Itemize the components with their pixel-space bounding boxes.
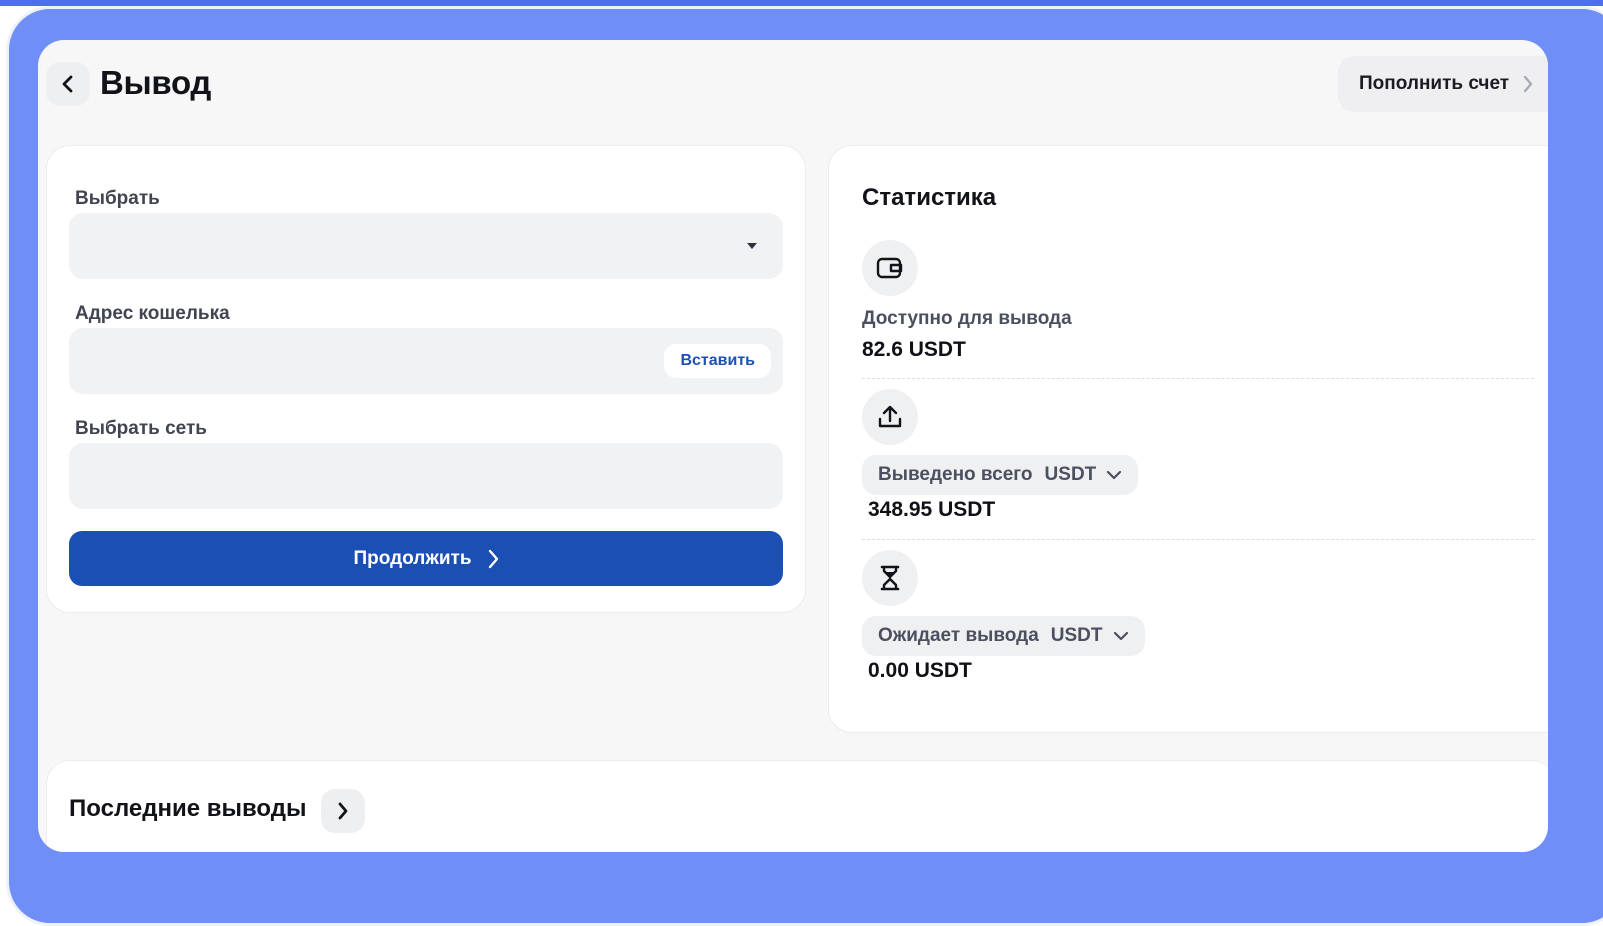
chevron-right-icon [338,802,348,820]
stats-divider [862,378,1534,379]
chevron-down-icon [1113,631,1129,641]
topup-label: Пополнить счет [1359,73,1510,94]
withdrawn-total-selector[interactable]: Выведено всего USDT [862,455,1139,495]
pending-value: 0.00 USDT [868,659,972,682]
withdrawn-total-label: Выведено всего [878,464,1033,485]
chevron-left-icon [62,75,73,93]
select-dropdown[interactable] [69,213,783,279]
page-title: Вывод [100,64,212,101]
pending-label: Ожидает вывода [878,625,1039,646]
network-label: Выбрать сеть [75,418,207,439]
network-select[interactable] [69,443,783,509]
chevron-right-icon [488,549,499,569]
caret-down-icon [747,243,757,249]
withdraw-form: Выбрать Адрес кошелька Вставить Выбрать … [46,145,806,613]
available-label: Доступно для вывода [862,308,1072,329]
wallet-icon [862,240,918,296]
wallet-address-label: Адрес кошелька [75,303,230,324]
withdrawn-currency: USDT [1044,464,1097,485]
recent-withdrawals-card: Последние выводы [46,760,1548,852]
chevron-down-icon [1106,470,1122,480]
wallet-address-input[interactable]: Вставить [69,328,783,394]
statistics-title: Статистика [862,184,997,211]
recent-withdrawals-title: Последние выводы [69,795,307,822]
statistics-card: Статистика Доступно для вывода 82.6 USDT… [828,145,1548,733]
select-label: Выбрать [75,188,160,209]
withdrawn-total-value: 348.95 USDT [868,498,996,521]
withdraw-screen: Вывод Пополнить счет Выбрать Адрес кошел… [38,40,1548,852]
stats-divider [862,539,1534,540]
paste-button[interactable]: Вставить [664,344,771,378]
available-value: 82.6 USDT [862,338,966,361]
pending-selector[interactable]: Ожидает вывода USDT [862,616,1145,656]
recent-withdrawals-button[interactable] [321,789,365,833]
back-button[interactable] [46,62,90,106]
hourglass-icon [862,550,918,606]
continue-label: Продолжить [353,547,472,569]
continue-button[interactable]: Продолжить [69,531,783,586]
pending-currency: USDT [1050,625,1103,646]
chevron-right-icon [1523,75,1533,93]
topup-button[interactable]: Пополнить счет [1338,56,1548,112]
upload-icon [862,389,918,445]
